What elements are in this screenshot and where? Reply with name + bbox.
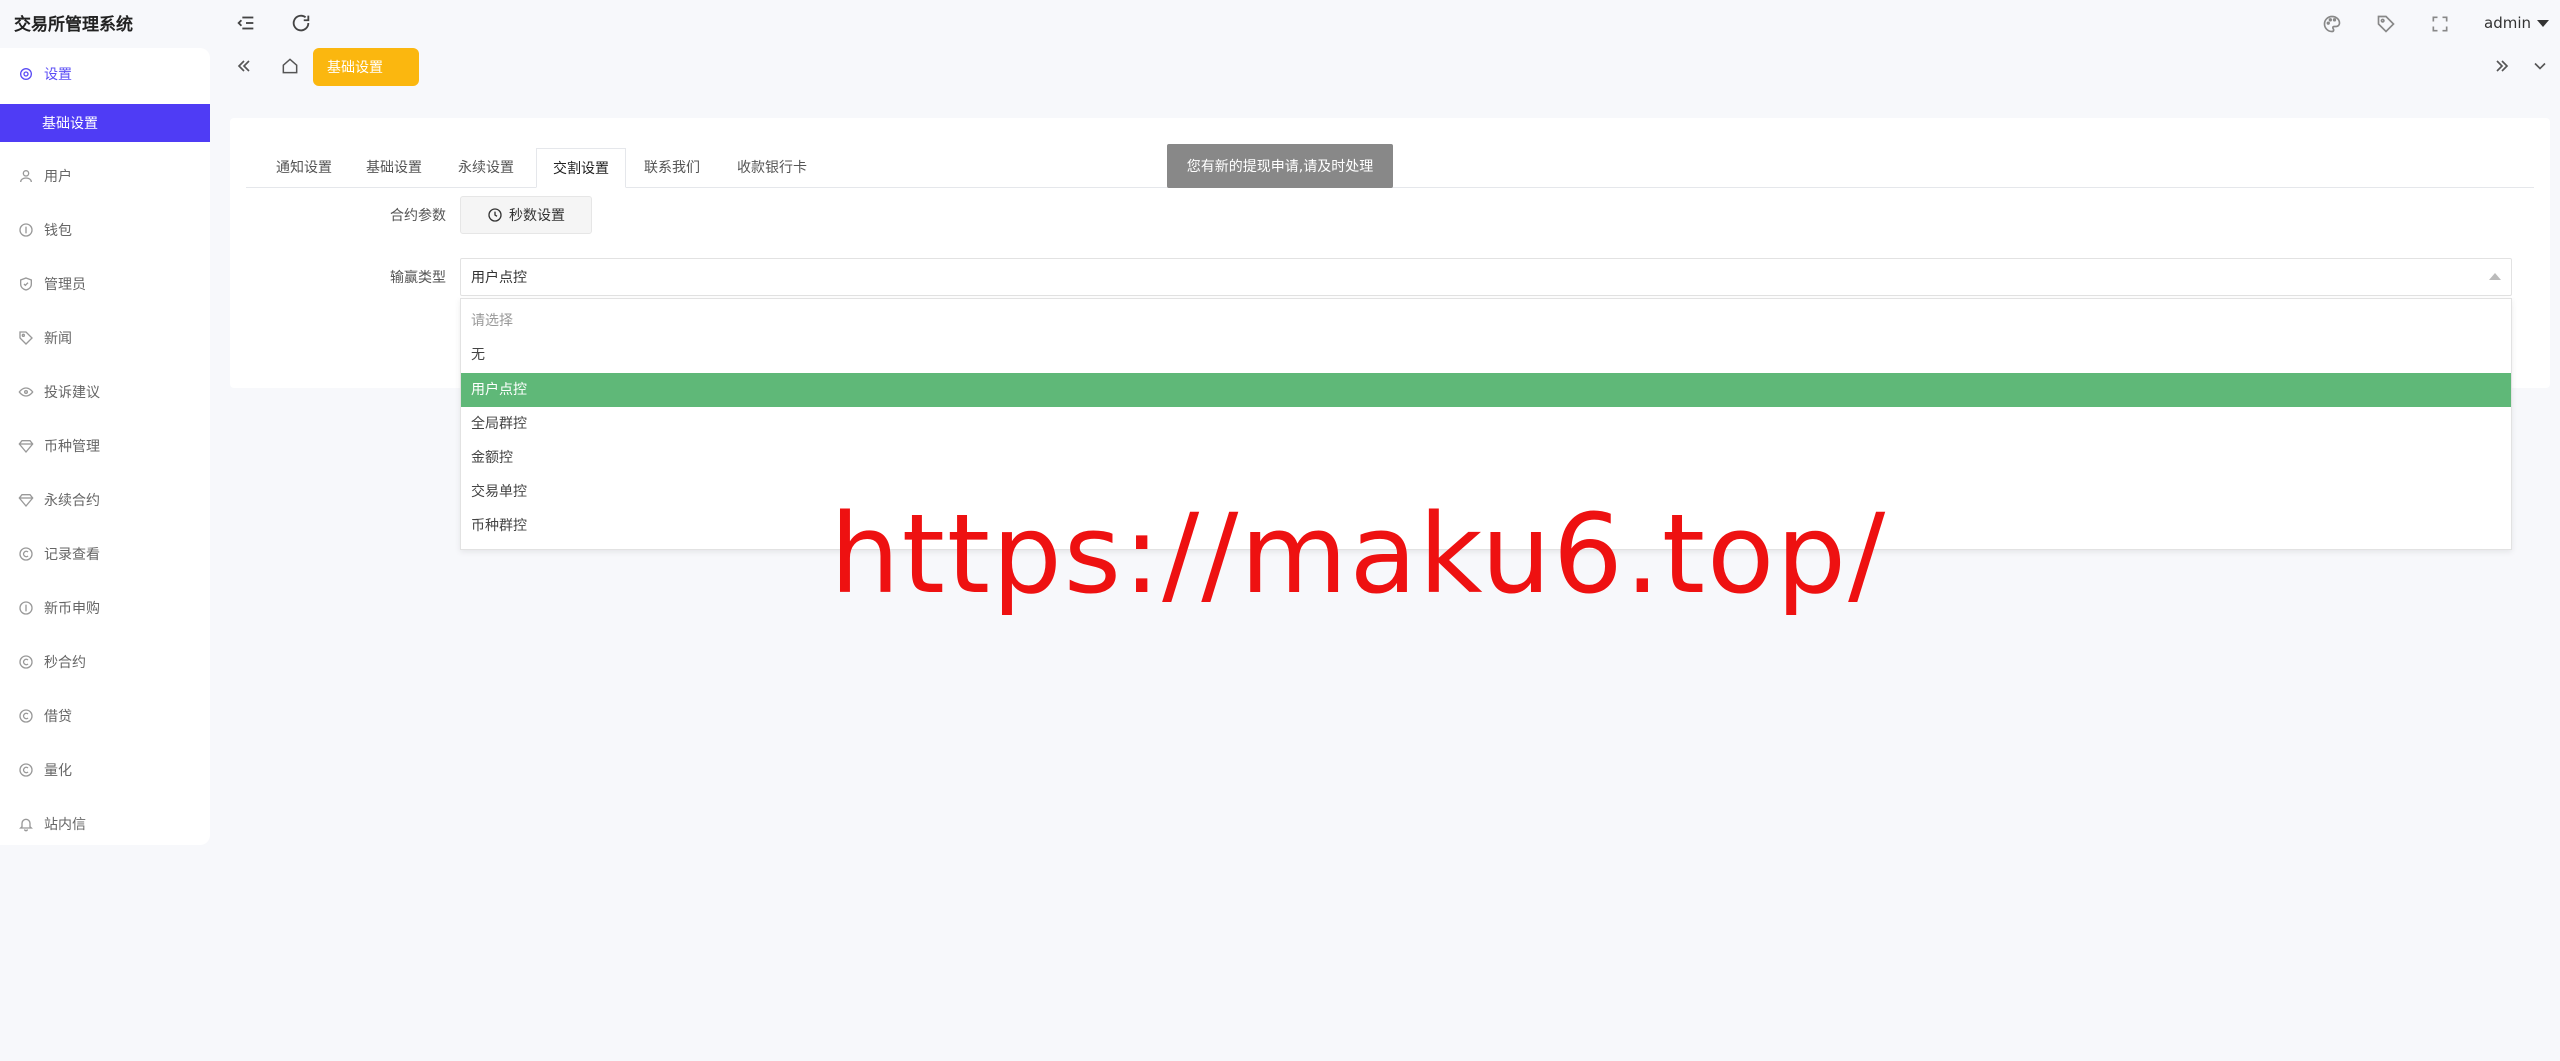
fullscreen-icon[interactable]	[2430, 14, 2450, 34]
sidebar-subitem-basic-settings[interactable]: 基础设置	[0, 104, 210, 142]
win-type-select[interactable]: 用户点控	[460, 258, 2512, 296]
sidebar-item-label: 量化	[44, 763, 72, 779]
sidebar-item-label: 新闻	[44, 331, 72, 347]
option-amount-control[interactable]: 金额控	[461, 441, 2511, 475]
sidebar-item-coin-management[interactable]: 币种管理	[0, 428, 210, 464]
record-icon	[18, 546, 34, 562]
sidebar-item-label: 管理员	[44, 277, 86, 293]
sidebar-item-label: 投诉建议	[44, 385, 100, 401]
tab-perpetual-settings[interactable]: 永续设置	[442, 148, 530, 188]
sidebar-item-settings[interactable]: 设置	[0, 56, 210, 92]
seconds-settings-button[interactable]: 秒数设置	[460, 196, 592, 234]
tab-basic-settings[interactable]: 基础设置	[350, 148, 438, 188]
watermark-url: https://maku6.top/	[830, 490, 1888, 618]
option-placeholder[interactable]: 请选择	[461, 304, 2511, 338]
sidebar-item-label: 用户	[44, 169, 72, 185]
diamond-icon	[18, 438, 34, 454]
sidebar-item-label: 站内信	[44, 817, 86, 833]
coin-icon	[18, 600, 34, 616]
palette-icon[interactable]	[2322, 14, 2342, 34]
coin-icon	[18, 222, 34, 238]
sidebar-item-new-coin-subscription[interactable]: 新币申购	[0, 590, 210, 626]
sidebar-item-complaints[interactable]: 投诉建议	[0, 374, 210, 410]
option-none[interactable]: 无	[461, 338, 2511, 372]
caret-down-icon	[2537, 20, 2549, 27]
sidebar-item-label: 记录查看	[44, 547, 100, 563]
sidebar: 设置 基础设置 用户 钱包 管理员 新闻 投诉建议 币种管理 永续合约 记录查看…	[0, 48, 210, 845]
sidebar-item-label: 借贷	[44, 709, 72, 725]
tab-basic-settings[interactable]: 基础设置	[313, 48, 419, 86]
double-chevron-right-icon[interactable]	[2492, 56, 2512, 76]
user-icon	[18, 168, 34, 184]
chevron-down-icon[interactable]	[2530, 56, 2550, 76]
option-global-group-control[interactable]: 全局群控	[461, 407, 2511, 441]
sidebar-item-lending[interactable]: 借贷	[0, 698, 210, 734]
sidebar-item-label: 钱包	[44, 223, 72, 239]
user-name: admin	[2484, 14, 2531, 32]
tag-icon[interactable]	[2376, 14, 2396, 34]
record-icon	[18, 708, 34, 724]
option-user-control[interactable]: 用户点控	[461, 373, 2511, 407]
win-type-label: 输赢类型	[390, 270, 446, 286]
refresh-icon[interactable]	[290, 12, 312, 34]
sidebar-item-messages[interactable]: 站内信	[0, 806, 210, 842]
sidebar-item-label: 币种管理	[44, 439, 100, 455]
sidebar-item-label: 新币申购	[44, 601, 100, 617]
contract-params-label: 合约参数	[390, 208, 446, 224]
sidebar-item-second-contract[interactable]: 秒合约	[0, 644, 210, 680]
gear-icon	[18, 66, 34, 82]
tab-contact-us[interactable]: 联系我们	[628, 148, 716, 188]
withdrawal-notification-toast: 您有新的提现申请,请及时处理	[1167, 144, 1393, 188]
clock-icon	[487, 207, 509, 223]
sidebar-item-quant[interactable]: 量化	[0, 752, 210, 788]
sidebar-item-label: 设置	[44, 67, 72, 83]
eye-icon	[18, 384, 34, 400]
sidebar-item-records[interactable]: 记录查看	[0, 536, 210, 572]
user-menu[interactable]: admin	[2484, 14, 2549, 32]
diamond-icon	[18, 492, 34, 508]
sidebar-item-wallet[interactable]: 钱包	[0, 212, 210, 248]
tab-notification-settings[interactable]: 通知设置	[260, 148, 348, 188]
tag-icon	[18, 330, 34, 346]
app-title: 交易所管理系统	[14, 15, 133, 35]
caret-up-icon	[2489, 273, 2501, 280]
record-icon	[18, 654, 34, 670]
sidebar-item-label: 永续合约	[44, 493, 100, 509]
home-icon[interactable]	[280, 56, 300, 76]
sidebar-item-news[interactable]: 新闻	[0, 320, 210, 356]
sidebar-item-admins[interactable]: 管理员	[0, 266, 210, 302]
bell-icon	[18, 816, 34, 832]
shield-icon	[18, 276, 34, 292]
sidebar-item-users[interactable]: 用户	[0, 158, 210, 194]
seconds-settings-label: 秒数设置	[509, 208, 565, 224]
tab-bank-cards[interactable]: 收款银行卡	[720, 148, 824, 188]
menu-collapse-icon[interactable]	[235, 12, 257, 34]
double-chevron-left-icon[interactable]	[234, 56, 254, 76]
tab-delivery-settings[interactable]: 交割设置	[536, 148, 626, 188]
select-value: 用户点控	[471, 270, 527, 286]
sidebar-item-label: 秒合约	[44, 655, 86, 671]
sidebar-item-perpetual-contract[interactable]: 永续合约	[0, 482, 210, 518]
record-icon	[18, 762, 34, 778]
